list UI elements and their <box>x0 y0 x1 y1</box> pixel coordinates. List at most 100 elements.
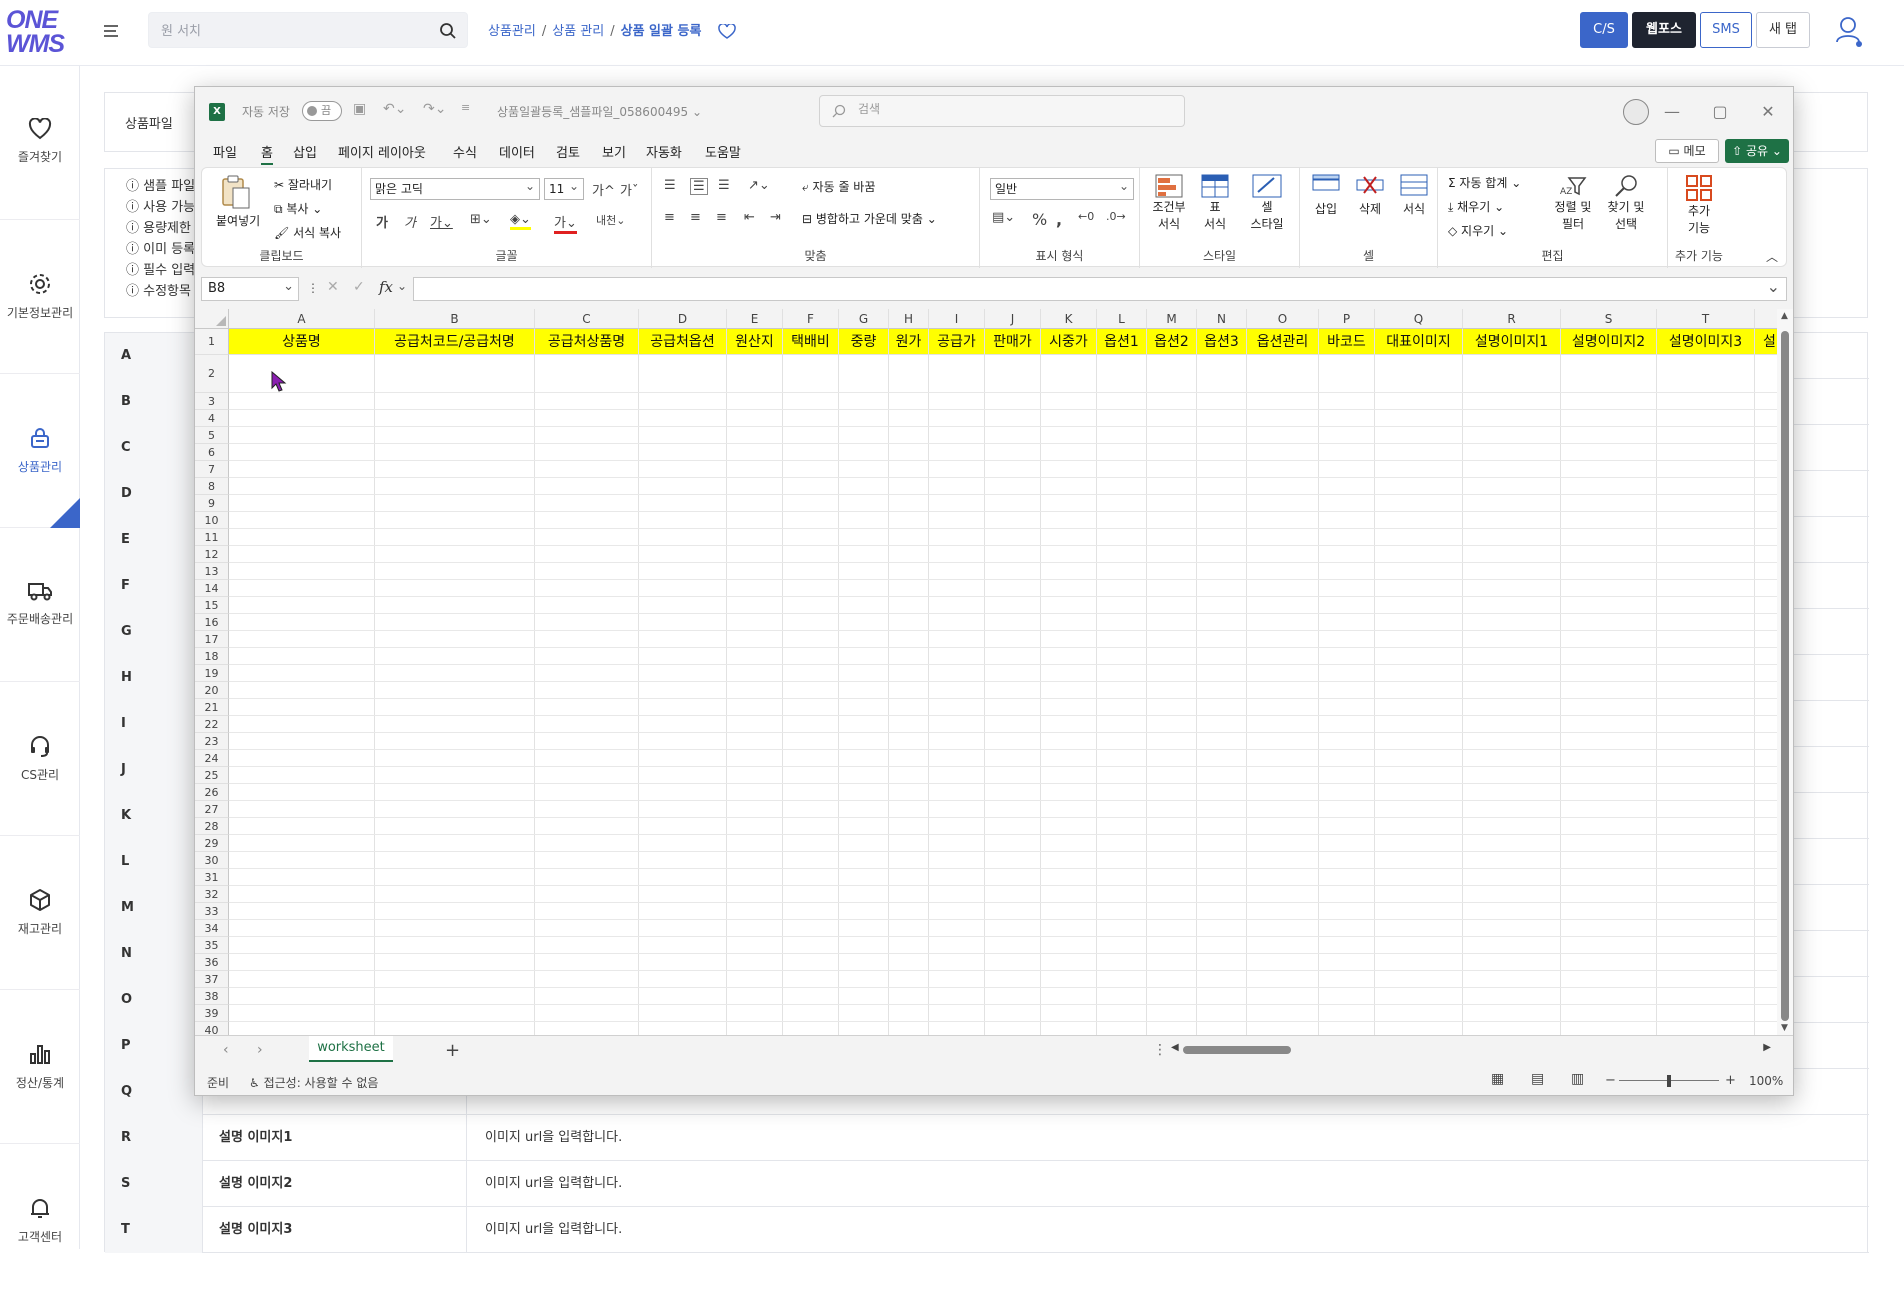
cs-button[interactable]: C/S <box>1580 12 1628 48</box>
column-header[interactable]: J <box>985 309 1041 329</box>
row-header[interactable]: 7 <box>195 461 229 478</box>
increase-font-icon[interactable]: 가^ <box>592 180 615 199</box>
font-color-icon[interactable]: 가⌄ <box>554 212 577 234</box>
row-header[interactable]: 11 <box>195 529 229 546</box>
row-header[interactable]: 36 <box>195 954 229 971</box>
column-header[interactable]: L <box>1097 309 1147 329</box>
row-header[interactable]: 34 <box>195 920 229 937</box>
percent-icon[interactable]: % <box>1032 210 1047 229</box>
header-cell[interactable]: 중량 <box>839 329 889 355</box>
column-header[interactable]: P <box>1319 309 1375 329</box>
row-header[interactable]: 18 <box>195 648 229 665</box>
paste-icon[interactable] <box>220 174 252 210</box>
collapse-ribbon-icon[interactable]: ︿ <box>1766 248 1778 265</box>
align-middle-icon[interactable]: ☰ <box>690 178 708 195</box>
conditional-format-button[interactable]: 조건부 서식 <box>1150 174 1188 232</box>
breadcrumb-item-product[interactable]: 상품 관리 <box>552 24 604 39</box>
sort-filter-button[interactable]: AZ 정렬 및 필터 <box>1550 174 1596 232</box>
formula-input[interactable]: ⌄ <box>413 277 1787 301</box>
header-cell[interactable]: 대표이미지 <box>1375 329 1463 355</box>
redo-icon[interactable]: ↷⌄ <box>423 101 446 117</box>
prev-sheet-icon[interactable]: ‹ <box>223 1042 229 1058</box>
align-right-icon[interactable]: ≡ <box>716 210 727 225</box>
vertical-scrollbar[interactable]: ▲ ▼ <box>1777 309 1793 1035</box>
header-cell[interactable]: 옵션3 <box>1197 329 1247 355</box>
share-button[interactable]: ⇧ 공유 ⌄ <box>1725 139 1789 163</box>
column-header[interactable]: M <box>1147 309 1197 329</box>
row-header[interactable]: 30 <box>195 852 229 869</box>
add-sheet-icon[interactable]: + <box>445 1040 460 1061</box>
webforce-button[interactable]: 웹포스 <box>1632 12 1696 48</box>
user-avatar-icon[interactable] <box>1834 14 1864 48</box>
row-header[interactable]: 20 <box>195 682 229 699</box>
row-header[interactable]: 21 <box>195 699 229 716</box>
row-header[interactable]: 9 <box>195 495 229 512</box>
column-header[interactable]: E <box>727 309 783 329</box>
increase-decimal-icon[interactable]: ←0 <box>1078 210 1094 223</box>
row-header[interactable]: 6 <box>195 444 229 461</box>
italic-icon[interactable]: 가 <box>404 212 416 231</box>
tab-view[interactable]: 보기 <box>602 142 626 161</box>
row-header[interactable]: 14 <box>195 580 229 597</box>
maximize-icon[interactable]: ▢ <box>1697 97 1743 127</box>
row-header[interactable]: 16 <box>195 614 229 631</box>
font-name-select[interactable]: 맑은 고딕 <box>370 176 540 200</box>
sms-button[interactable]: SMS <box>1700 12 1752 48</box>
column-header[interactable]: F <box>783 309 839 329</box>
tab-split-icon[interactable]: ⋮ <box>1153 1042 1167 1058</box>
row-header[interactable]: 37 <box>195 971 229 988</box>
underline-icon[interactable]: 가⌄ <box>430 212 453 231</box>
nav-item-favorites[interactable]: 즐겨찾기 <box>0 66 80 220</box>
customize-qat-icon[interactable]: ≡ <box>461 101 470 114</box>
phonetic-icon[interactable]: 내천⌄ <box>596 212 625 228</box>
favorite-heart-icon[interactable] <box>717 23 736 40</box>
row-header[interactable]: 35 <box>195 937 229 954</box>
nav-item-inventory[interactable]: 재고관리 <box>0 836 80 990</box>
header-cell[interactable]: 원가 <box>889 329 929 355</box>
delete-cells-button[interactable]: 삭제 <box>1350 174 1390 217</box>
copy-button[interactable]: ⧉ 복사 ⌄ <box>274 200 322 217</box>
close-icon[interactable]: ✕ <box>1745 97 1791 127</box>
increase-indent-icon[interactable]: ⇥ <box>770 210 781 225</box>
align-bottom-icon[interactable]: ☰ <box>718 178 730 193</box>
decrease-font-icon[interactable]: 가ˇ <box>620 180 638 199</box>
row-header[interactable]: 12 <box>195 546 229 563</box>
find-select-button[interactable]: 찾기 및 선택 <box>1600 174 1652 232</box>
fill-color-icon[interactable]: ◈⌄ <box>510 212 531 230</box>
row-header[interactable]: 13 <box>195 563 229 580</box>
page-layout-view-icon[interactable]: ▤ <box>1531 1071 1544 1087</box>
nav-item-order-delivery[interactable]: 주문배송관리 <box>0 528 80 682</box>
row-header[interactable]: 1 <box>195 329 229 355</box>
fill-button[interactable]: ⤓ 채우기 ⌄ <box>1448 198 1504 215</box>
zoom-in-icon[interactable]: + <box>1725 1073 1736 1088</box>
undo-icon[interactable]: ↶⌄ <box>383 101 406 117</box>
decrease-decimal-icon[interactable]: .0→ <box>1106 210 1126 223</box>
row-header[interactable]: 39 <box>195 1005 229 1022</box>
column-header[interactable]: T <box>1657 309 1755 329</box>
header-cell[interactable]: 옵션1 <box>1097 329 1147 355</box>
breadcrumb-item-product-mgmt[interactable]: 상품관리 <box>488 24 536 39</box>
column-header[interactable]: Q <box>1375 309 1463 329</box>
worksheet-grid[interactable]: A 상품명 B 공급처코드/공급처명 C 공급처상품명 D 공급처옵션 E 원산지 F 택배비 G 중량 H… <box>195 309 1793 1035</box>
autosum-button[interactable]: Σ 자동 합계 ⌄ <box>1448 174 1521 191</box>
header-cell[interactable]: 옵션2 <box>1147 329 1197 355</box>
name-box[interactable]: B8 ⌄ <box>201 277 299 301</box>
vertical-scroll-thumb[interactable] <box>1781 331 1789 1021</box>
next-sheet-icon[interactable]: › <box>257 1042 263 1058</box>
row-header[interactable]: 31 <box>195 869 229 886</box>
column-header[interactable]: D <box>639 309 727 329</box>
header-cell[interactable]: 판매가 <box>985 329 1041 355</box>
header-cell[interactable]: 옵션관리 <box>1247 329 1319 355</box>
decrease-indent-icon[interactable]: ⇤ <box>744 210 755 225</box>
row-header[interactable]: 32 <box>195 886 229 903</box>
wrap-text-button[interactable]: ⤶ 자동 줄 바꿈 <box>802 178 875 195</box>
header-cell[interactable]: 공급가 <box>929 329 985 355</box>
onewms-logo[interactable]: ONE WMS <box>6 8 66 58</box>
account-avatar-icon[interactable] <box>1623 99 1649 125</box>
addins-button[interactable]: 추가 기능 <box>1676 174 1722 236</box>
horizontal-scroll-thumb[interactable] <box>1183 1046 1291 1054</box>
zoom-level[interactable]: 100% <box>1749 1074 1783 1088</box>
insert-cells-button[interactable]: 삽입 <box>1306 174 1346 217</box>
tab-insert[interactable]: 삽입 <box>293 142 317 161</box>
row-header[interactable]: 28 <box>195 818 229 835</box>
